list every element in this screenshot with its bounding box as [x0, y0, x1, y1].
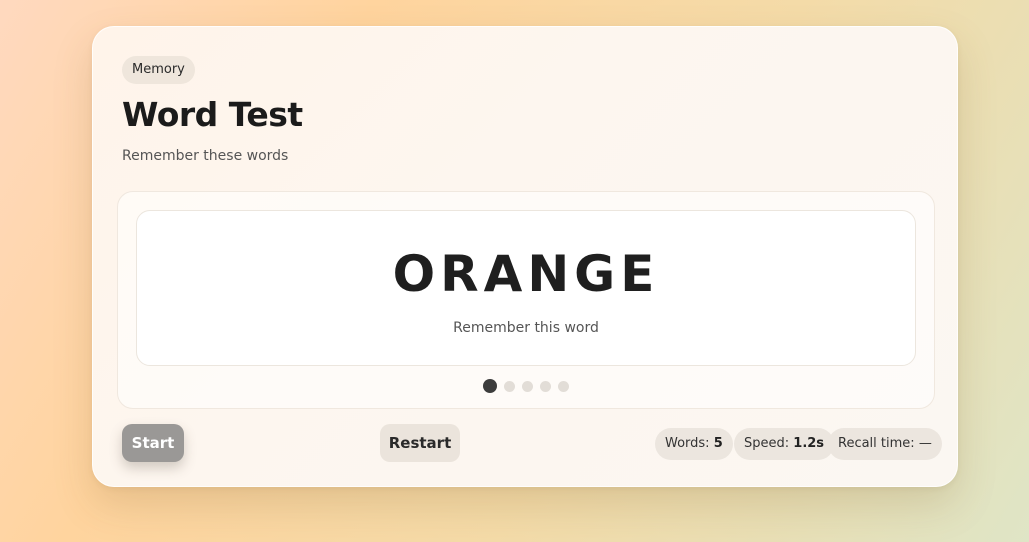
- restart-button[interactable]: Restart: [380, 424, 460, 462]
- words-stat: Words: 5: [655, 428, 733, 460]
- word-test-card: Memory Word Test Remember these words OR…: [92, 26, 958, 487]
- word-hint: Remember this word: [453, 320, 599, 336]
- progress-dot: [540, 381, 551, 392]
- progress-dots: [118, 379, 934, 393]
- recall-time-stat: Recall time: —: [828, 428, 942, 460]
- category-tag: Memory: [122, 56, 195, 84]
- speed-stat-label: Speed:: [744, 436, 790, 451]
- recall-time-value: —: [918, 436, 932, 451]
- progress-dot: [558, 381, 569, 392]
- progress-dot: [522, 381, 533, 392]
- recall-time-label: Recall time:: [838, 436, 915, 451]
- word-stage: ORANGE Remember this word: [117, 191, 935, 409]
- current-word: ORANGE: [392, 245, 660, 303]
- page-title: Word Test: [122, 95, 303, 134]
- progress-dot: [504, 381, 515, 392]
- word-display-panel: ORANGE Remember this word: [136, 210, 916, 366]
- page-subtitle: Remember these words: [122, 148, 289, 164]
- speed-stat-value: 1.2s: [793, 436, 825, 451]
- words-stat-label: Words:: [665, 436, 710, 451]
- start-button[interactable]: Start: [122, 424, 184, 462]
- progress-dot-active: [483, 379, 497, 393]
- speed-stat: Speed: 1.2s: [734, 428, 835, 460]
- words-stat-value: 5: [713, 436, 723, 451]
